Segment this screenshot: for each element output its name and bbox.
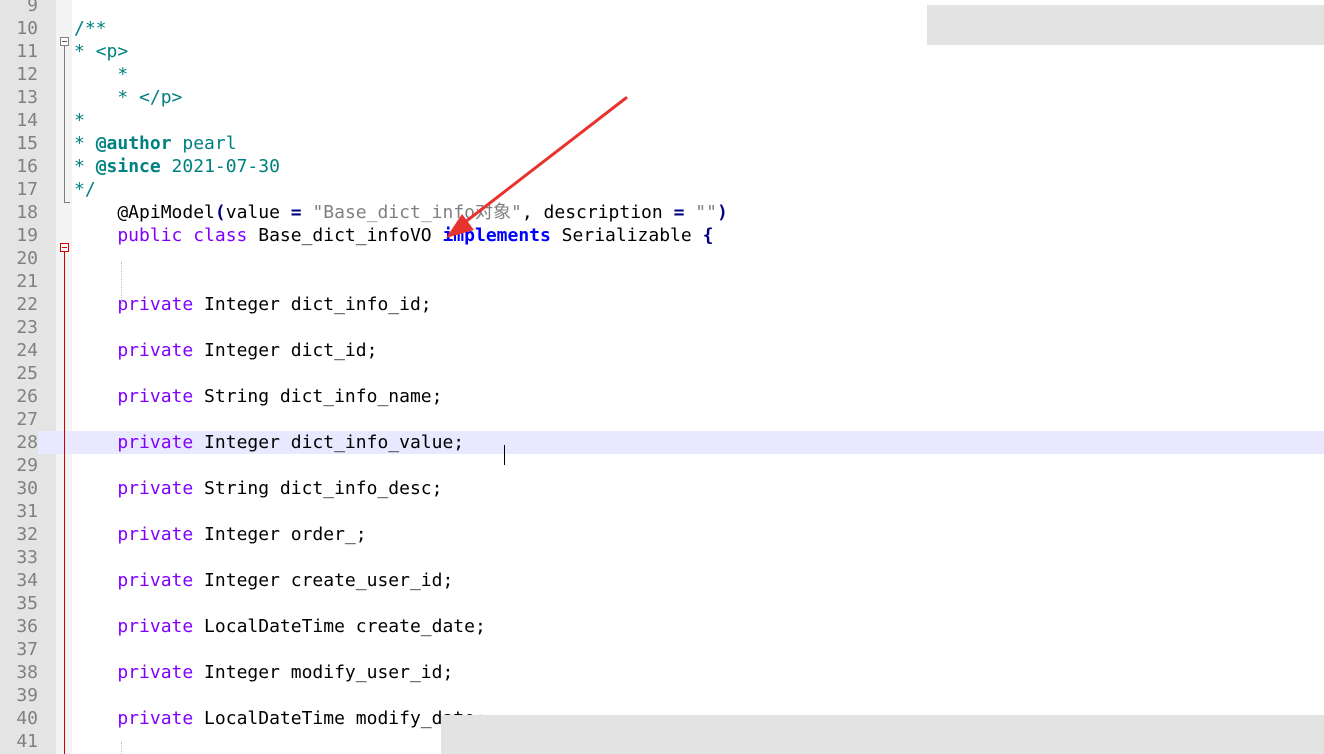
code-editor[interactable]: 9 10/** 11 * <p> 12 * 13 * </p> 14 * 15 * @author…: [0, 0, 1324, 754]
annotation-arrow-icon: [446, 96, 628, 238]
